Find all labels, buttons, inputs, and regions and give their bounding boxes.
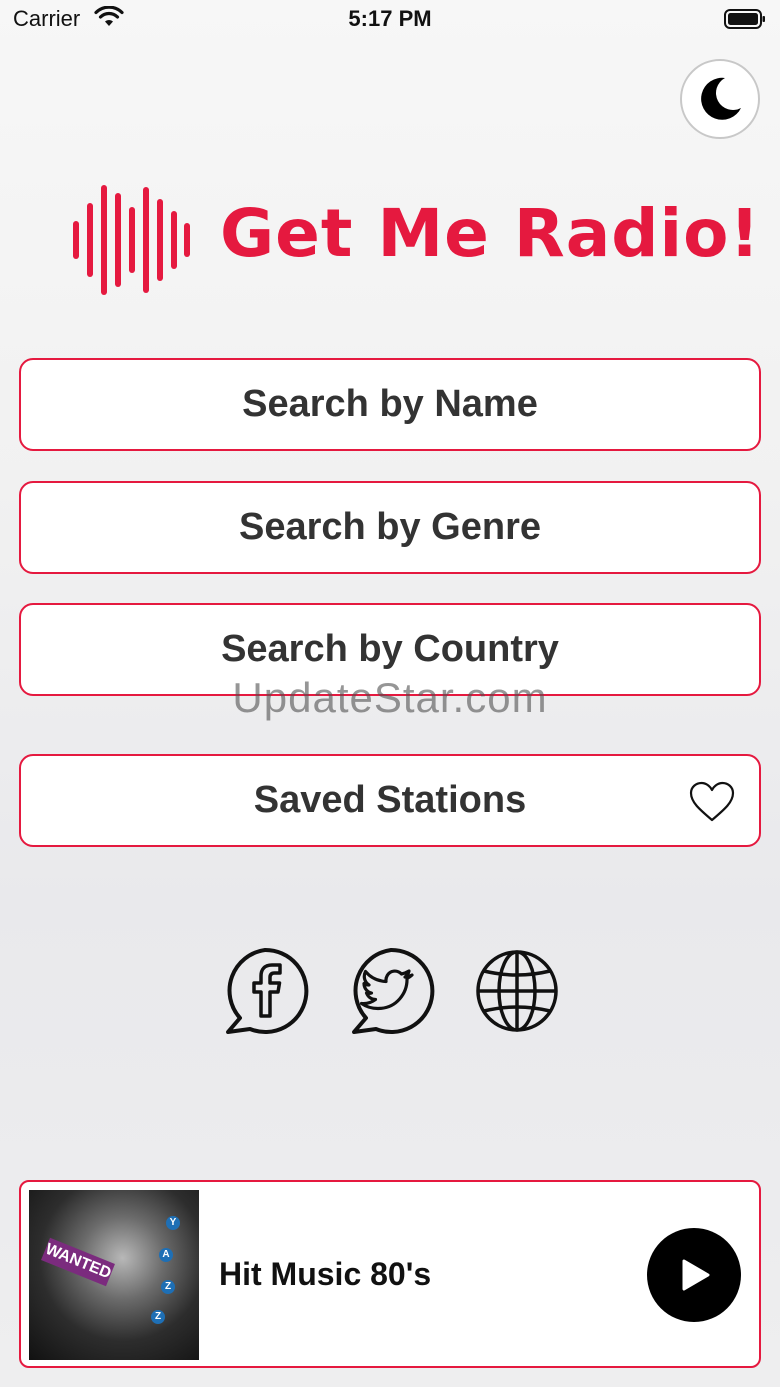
watermark: UpdateStar.com <box>232 674 548 721</box>
album-cover: WANTED Y A Z Z <box>29 1190 199 1360</box>
globe-icon[interactable] <box>472 946 562 1036</box>
search-by-genre-label: Search by Genre <box>238 506 542 548</box>
app-title: Get Me Radio! <box>220 195 761 272</box>
moon-icon <box>701 77 741 120</box>
facebook-icon[interactable] <box>220 946 310 1036</box>
search-by-name-button[interactable]: Search by Name <box>19 358 761 451</box>
search-by-genre-button[interactable]: Search by Genre <box>19 481 761 574</box>
heart-icon <box>689 781 735 822</box>
play-button[interactable] <box>647 1228 741 1322</box>
saved-stations-button[interactable]: Saved Stations <box>19 754 761 847</box>
soundwave-icon <box>73 185 190 295</box>
battery-icon <box>724 9 765 29</box>
cover-letter: Z <box>161 1280 175 1294</box>
now-playing-bar[interactable]: WANTED Y A Z Z Hit Music 80's <box>19 1180 761 1368</box>
cover-letter: Y <box>166 1216 180 1230</box>
cover-letter: A <box>159 1248 173 1262</box>
clock: 5:17 PM <box>348 6 432 31</box>
saved-stations-label: Saved Stations <box>253 779 527 821</box>
cover-tag: WANTED <box>41 1237 115 1287</box>
search-by-country-label: Search by Country <box>221 628 559 670</box>
search-by-name-label: Search by Name <box>242 383 538 425</box>
play-icon <box>682 1259 710 1291</box>
theme-toggle-button[interactable] <box>680 59 760 139</box>
station-name: Hit Music 80's <box>219 1256 432 1292</box>
twitter-icon[interactable] <box>346 946 436 1036</box>
status-bar: Carrier 5:17 PM <box>0 0 780 40</box>
cover-letter: Z <box>151 1310 165 1324</box>
